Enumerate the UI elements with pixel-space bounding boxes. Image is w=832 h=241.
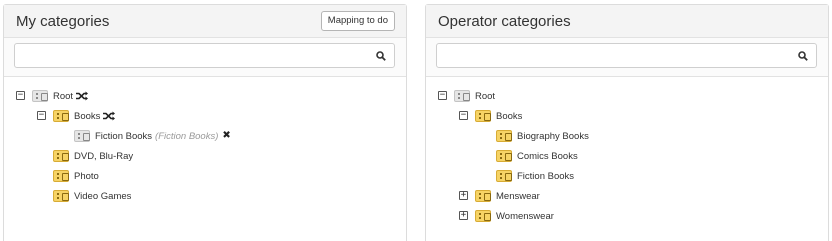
tree-node-books[interactable]: Books (53, 109, 116, 123)
category-folder-icon (32, 90, 48, 102)
panel-title: Operator categories (438, 13, 571, 30)
search-icon[interactable] (798, 51, 808, 61)
tree-node-root[interactable]: Root (454, 89, 495, 103)
tree-node-menswear[interactable]: Menswear (475, 189, 540, 203)
category-folder-icon (496, 150, 512, 162)
tree-node-label: DVD, Blu-Ray (74, 150, 134, 162)
tree-node-womenswear[interactable]: Womenswear (475, 209, 554, 223)
search-box (436, 43, 817, 68)
panel-title: My categories (16, 13, 110, 30)
tree-node-photo[interactable]: Photo (53, 169, 99, 183)
minus-square-icon[interactable]: − (438, 91, 447, 100)
category-folder-icon (496, 170, 512, 182)
minus-square-icon[interactable]: − (16, 91, 25, 100)
mapped-category-label: (Fiction Books) (155, 130, 219, 142)
category-folder-icon (475, 110, 491, 122)
tree-node-comics-books[interactable]: Comics Books (496, 149, 578, 163)
tree-node-root[interactable]: Root (32, 89, 89, 103)
category-folder-icon (53, 110, 69, 122)
tree-node-label: Fiction Books (95, 130, 153, 142)
tree-node-label: Biography Books (517, 130, 589, 142)
category-folder-icon (74, 130, 90, 142)
search-box (14, 43, 395, 68)
shuffle-icon (103, 111, 116, 121)
search-area (426, 38, 828, 77)
category-folder-icon (53, 150, 69, 162)
tree-node-books[interactable]: Books (475, 109, 522, 123)
category-folder-icon (475, 210, 491, 222)
operator-categories-panel: Operator categories − Root − Books Biogr… (425, 4, 829, 241)
tree-node-fiction-books[interactable]: Fiction Books (496, 169, 574, 183)
tree-node-biography-books[interactable]: Biography Books (496, 129, 589, 143)
category-folder-icon (496, 130, 512, 142)
plus-square-icon[interactable]: + (459, 191, 468, 200)
plus-square-icon[interactable]: + (459, 211, 468, 220)
tree-node-dvd[interactable]: DVD, Blu-Ray (53, 149, 133, 163)
tree-node-label: Womenswear (496, 210, 554, 222)
category-folder-icon (53, 170, 69, 182)
category-folder-icon (454, 90, 470, 102)
tree-node-fiction-books[interactable]: Fiction Books (Fiction Books) ✖ (74, 129, 231, 143)
category-folder-icon (475, 190, 491, 202)
panel-header: My categories Mapping to do (4, 5, 406, 38)
tree-node-video-games[interactable]: Video Games (53, 189, 131, 203)
tree-node-label: Root (53, 90, 74, 102)
shuffle-icon (76, 91, 89, 101)
category-folder-icon (53, 190, 69, 202)
tree-node-label: Comics Books (517, 150, 578, 162)
search-input[interactable] (437, 44, 816, 67)
search-input[interactable] (15, 44, 394, 67)
panel-header: Operator categories (426, 5, 828, 38)
tree-node-label: Photo (74, 170, 99, 182)
minus-square-icon[interactable]: − (37, 111, 46, 120)
minus-square-icon[interactable]: − (459, 111, 468, 120)
search-area (4, 38, 406, 77)
my-categories-panel: My categories Mapping to do − Root − Boo… (3, 4, 407, 241)
tree-node-label: Books (496, 110, 523, 122)
close-icon[interactable]: ✖ (222, 131, 230, 141)
tree-node-label: Video Games (74, 190, 132, 202)
tree-node-label: Menswear (496, 190, 540, 202)
search-icon[interactable] (376, 51, 386, 61)
tree-node-label: Fiction Books (517, 170, 575, 182)
tree-node-label: Root (475, 90, 496, 102)
mapping-to-do-button[interactable]: Mapping to do (320, 11, 395, 31)
tree-node-label: Books (74, 110, 101, 122)
